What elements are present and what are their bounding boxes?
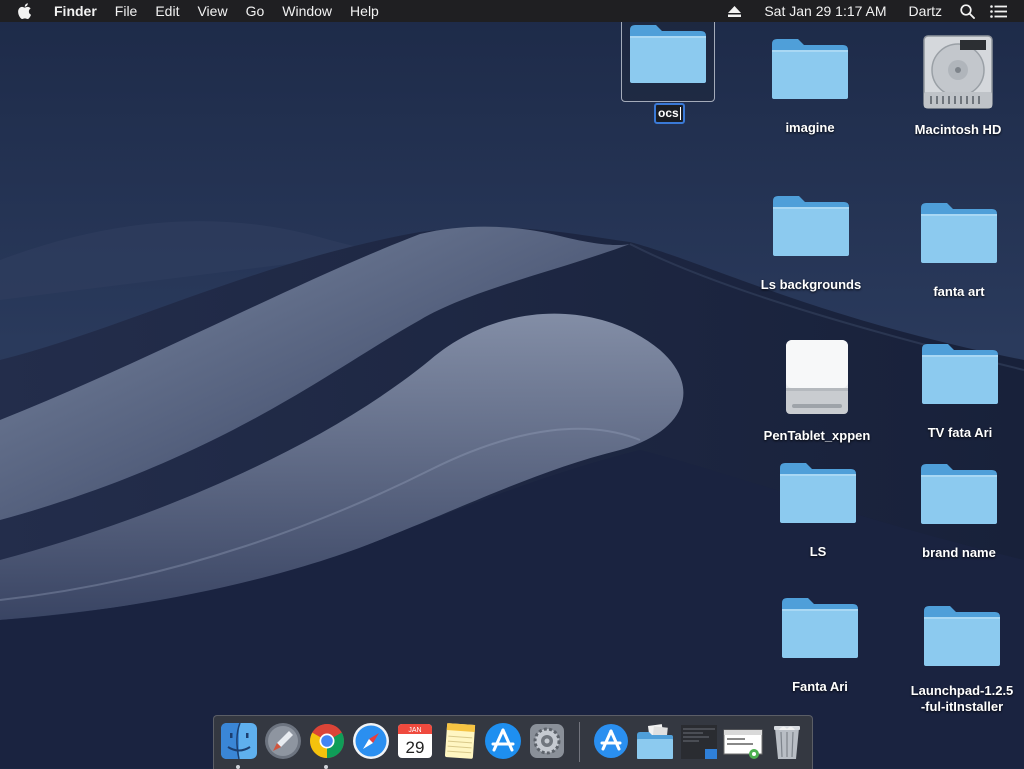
desktop-icon-label: LS — [809, 544, 827, 559]
menu-go[interactable]: Go — [237, 0, 274, 22]
folder-stack-icon — [637, 724, 673, 759]
menu-help[interactable]: Help — [341, 0, 388, 22]
spotlight-search-icon[interactable] — [960, 3, 976, 19]
desktop-icon-label: TV fata Ari — [927, 425, 993, 440]
finder-icon — [221, 722, 257, 760]
dock-app-store[interactable] — [483, 721, 523, 761]
running-indicator — [236, 765, 240, 769]
trash-icon — [774, 726, 800, 759]
dock: JAN 29 — [213, 715, 813, 769]
folder-icon — [924, 606, 1000, 666]
desktop-icon-label: Macintosh HD — [914, 122, 1002, 137]
dock-safari[interactable] — [351, 721, 391, 761]
dock-chrome[interactable] — [307, 721, 347, 769]
dock-launchpad[interactable] — [263, 721, 303, 761]
notification-center-icon[interactable] — [990, 4, 1008, 18]
desktop[interactable]: Finder File Edit View Go Window Help Sat… — [0, 0, 1024, 769]
folder-icon — [772, 39, 848, 99]
folder-icon — [921, 464, 997, 524]
menu-file[interactable]: File — [106, 0, 147, 22]
dock-separator — [579, 722, 580, 762]
desktop-icon-label: Ls backgrounds — [760, 277, 862, 292]
desktop-folder-imagine[interactable]: imagine — [750, 36, 870, 136]
menu-view[interactable]: View — [188, 0, 236, 22]
system-preferences-icon — [530, 724, 564, 758]
dock-stack-window-thumbnail[interactable] — [723, 721, 763, 761]
desktop-folder-brand-name[interactable]: brand name — [899, 461, 1019, 561]
dock-stack-screenshots[interactable] — [679, 721, 719, 761]
desktop-drive-pentablet-xppen[interactable]: PenTablet_xppen — [757, 338, 877, 444]
desktop-folder-fanta-art[interactable]: fanta art — [899, 200, 1019, 300]
calendar-icon: JAN 29 — [398, 724, 432, 758]
menu-app-finder[interactable]: Finder — [52, 0, 106, 22]
dock-notes[interactable] — [439, 721, 479, 761]
desktop-folder-ls-backgrounds[interactable]: Ls backgrounds — [751, 193, 871, 293]
desktop-drive-macintosh-hd[interactable]: Macintosh HD — [898, 34, 1018, 138]
chrome-icon — [310, 724, 344, 758]
desktop-folder-launchpad-installer[interactable]: Launchpad-1.2.5 -ful-itInstaller — [902, 603, 1022, 715]
dock-trash[interactable] — [767, 721, 807, 761]
apple-menu-icon[interactable] — [18, 3, 38, 19]
launchpad-icon — [265, 723, 301, 759]
dock-stack-folder[interactable] — [635, 721, 675, 761]
desktop-icon-label: Launchpad-1.2.5 -ful-itInstaller — [910, 683, 1014, 714]
svg-text:JAN: JAN — [408, 727, 421, 734]
menu-window[interactable]: Window — [273, 0, 341, 22]
desktop-icon-label: brand name — [922, 545, 996, 560]
notes-icon — [444, 723, 476, 759]
screenshot-stack-icon — [681, 725, 717, 759]
folder-icon — [782, 598, 858, 658]
folder-icon — [780, 463, 856, 523]
safari-icon — [353, 723, 389, 759]
folder-icon — [773, 196, 849, 256]
folder-icon — [921, 203, 997, 263]
desktop-icon-label: PenTablet_xppen — [763, 428, 871, 443]
desktop-folder-fanta-ari[interactable]: Fanta Ari — [760, 595, 880, 695]
folder-rename-field[interactable]: ocs — [654, 103, 685, 124]
renaming-folder-icon[interactable] — [628, 22, 708, 89]
desktop-folder-ls[interactable]: LS — [758, 460, 878, 560]
app-store-icon — [485, 723, 521, 759]
desktop-folder-tv-fata-ari[interactable]: TV fata Ari — [900, 341, 1020, 441]
dock-calendar[interactable]: JAN 29 — [395, 721, 435, 761]
desktop-icon-label: fanta art — [933, 284, 985, 299]
menu-edit[interactable]: Edit — [146, 0, 188, 22]
menubar-clock[interactable]: Sat Jan 29 1:17 AM — [764, 3, 886, 19]
window-thumbnail-icon — [723, 729, 763, 759]
external-drive-icon — [786, 340, 848, 414]
menu-bar: Finder File Edit View Go Window Help Sat… — [0, 0, 1024, 22]
hard-drive-icon — [923, 35, 993, 109]
folder-icon — [922, 344, 998, 404]
user-menu[interactable]: Dartz — [909, 3, 942, 19]
dock-stack-app-store-download[interactable] — [591, 721, 631, 761]
eject-icon[interactable] — [728, 5, 742, 17]
app-store-download-icon — [594, 724, 628, 758]
dock-finder[interactable] — [219, 721, 259, 769]
running-indicator — [324, 765, 328, 769]
desktop-icon-label: Fanta Ari — [792, 679, 848, 694]
svg-text:29: 29 — [406, 738, 425, 757]
dock-system-preferences[interactable] — [527, 721, 567, 761]
desktop-icon-label: imagine — [785, 120, 835, 135]
